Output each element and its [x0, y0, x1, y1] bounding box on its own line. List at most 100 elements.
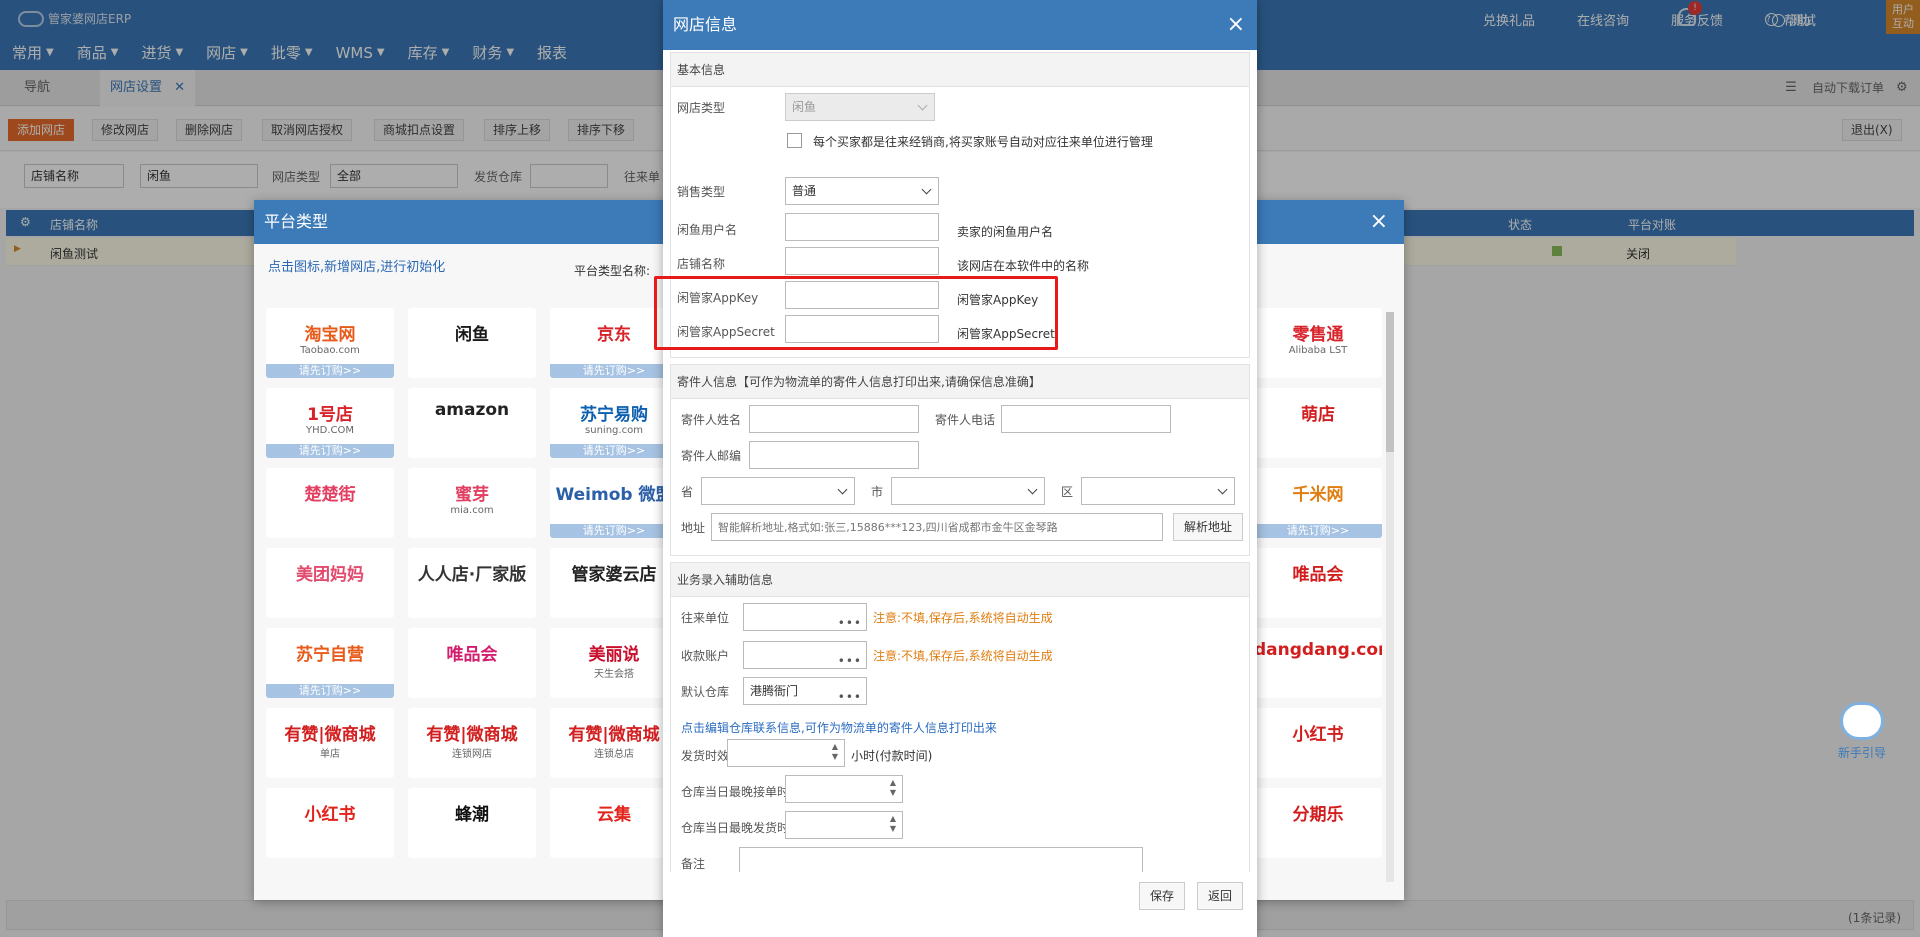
order-first-link[interactable]: 请先订购>>: [550, 444, 678, 458]
ship-time-stepper[interactable]: ▲ ▼: [727, 739, 845, 767]
close-icon[interactable]: ×: [1227, 0, 1245, 50]
platform-tile[interactable]: 千米网请先订购>>: [1254, 468, 1382, 538]
platform-sub: suning.com: [585, 425, 643, 436]
platform-tile[interactable]: 蜂潮: [408, 788, 536, 858]
platform-tile[interactable]: amazon: [408, 388, 536, 458]
account-warning: 注意:不填,保存后,系统将自动生成: [873, 649, 1053, 663]
stepper-arrows-icon[interactable]: ▲ ▼: [828, 742, 842, 764]
order-first-link[interactable]: 请先订购>>: [266, 364, 394, 378]
help-guide-label: 新手引导: [1838, 746, 1887, 760]
sender-phone-input[interactable]: [1001, 405, 1171, 433]
close-icon[interactable]: ×: [1370, 200, 1388, 244]
platform-tile[interactable]: 唯品会: [1254, 548, 1382, 618]
partner-input[interactable]: •••: [743, 603, 867, 631]
platform-tile[interactable]: 人人店·厂家版: [408, 548, 536, 618]
platform-tile[interactable]: 小红书: [1254, 708, 1382, 778]
platform-name: 唯品会: [1292, 565, 1344, 585]
platform-tile[interactable]: 管家婆云店: [550, 548, 678, 618]
platform-tile[interactable]: 闲鱼: [408, 308, 536, 378]
store-name-note: 该网店在本软件中的名称: [957, 259, 1090, 273]
platform-tile[interactable]: 有赞|微商城 连锁总店: [550, 708, 678, 778]
platform-tile[interactable]: 零售通 Alibaba LST: [1254, 308, 1382, 378]
edit-warehouse-contact-link[interactable]: 点击编辑仓库联系信息,可作为物流单的寄件人信息打印出来: [681, 719, 997, 736]
remark-input[interactable]: [739, 847, 1143, 872]
district-select[interactable]: [1081, 477, 1235, 505]
platform-name: 千米网: [1292, 485, 1344, 505]
more-icon[interactable]: •••: [838, 610, 862, 636]
order-first-link[interactable]: 请先订购>>: [266, 684, 394, 698]
platform-tile[interactable]: 淘宝网 Taobao.com 请先订购>>: [266, 308, 394, 378]
order-first-link[interactable]: 请先订购>>: [266, 444, 394, 458]
province-label: 省: [681, 485, 694, 499]
sender-name-input[interactable]: [749, 405, 919, 433]
scrollbar[interactable]: [1386, 312, 1394, 882]
back-button[interactable]: 返回: [1197, 882, 1244, 910]
platform-tile[interactable]: 唯品会: [408, 628, 536, 698]
platform-name: 零售通: [1292, 325, 1344, 345]
platform-name: 小红书: [1292, 725, 1344, 745]
platform-name: 蜜芽: [455, 485, 489, 505]
platform-name: 1号店: [307, 405, 353, 425]
platform-name: 唯品会: [446, 645, 498, 665]
save-button[interactable]: 保存: [1139, 882, 1186, 910]
platform-tile[interactable]: 分期乐: [1254, 788, 1382, 858]
ship-time-label: 发货时效: [681, 749, 730, 763]
platform-name: 管家婆云店: [571, 565, 657, 585]
warehouse-input[interactable]: 港腾衙门 •••: [743, 677, 867, 705]
platform-name: 有赞|微商城: [426, 725, 518, 745]
highlight-box: [654, 276, 1058, 350]
stepper-arrows-icon[interactable]: ▲ ▼: [886, 814, 900, 836]
order-first-link[interactable]: 请先订购>>: [550, 364, 678, 378]
order-first-link[interactable]: 请先订购>>: [550, 524, 678, 538]
platform-sub: mia.com: [450, 505, 494, 516]
sender-zip-input[interactable]: [749, 441, 919, 469]
platform-tile[interactable]: dangdang.com: [1254, 628, 1382, 698]
province-select[interactable]: [701, 477, 855, 505]
platform-tile[interactable]: 美团妈妈: [266, 548, 394, 618]
platform-tile[interactable]: 蜜芽 mia.com: [408, 468, 536, 538]
platform-sub: 单店: [320, 749, 340, 760]
sender-name-label: 寄件人姓名: [681, 413, 742, 427]
platform-tile[interactable]: 云集: [550, 788, 678, 858]
buyer-as-partner-checkbox[interactable]: [787, 133, 802, 148]
platform-tile[interactable]: 有赞|微商城 连锁网店: [408, 708, 536, 778]
platform-tile[interactable]: 楚楚街: [266, 468, 394, 538]
sale-type-select[interactable]: 普通: [785, 177, 939, 205]
sale-type-label: 销售类型: [677, 185, 726, 199]
platform-sub: YHD.COM: [306, 425, 354, 436]
platform-tile[interactable]: 苏宁自营 请先订购>>: [266, 628, 394, 698]
platform-tile[interactable]: 萌店: [1254, 388, 1382, 458]
latest-ship-time[interactable]: ▲ ▼: [785, 811, 903, 839]
platform-tile[interactable]: 1号店 YHD.COM 请先订购>>: [266, 388, 394, 458]
shop-type-select: 闲鱼: [785, 93, 935, 121]
latest-receive-time[interactable]: ▲ ▼: [785, 775, 903, 803]
parse-address-button[interactable]: 解析地址: [1173, 513, 1244, 541]
shop-info-dialog: 网店信息 × 基本信息 网店类型 闲鱼 每个买家都是往来经销商,将买家账号自动对…: [663, 0, 1257, 937]
city-select[interactable]: [891, 477, 1045, 505]
username-input[interactable]: [785, 213, 939, 241]
more-icon[interactable]: •••: [838, 684, 862, 710]
scrollbar-thumb[interactable]: [1386, 312, 1394, 452]
shop-type-value: 闲鱼: [792, 100, 817, 114]
platform-name: 人人店·厂家版: [417, 565, 527, 585]
order-first-link[interactable]: 请先订购>>: [1254, 524, 1382, 538]
platform-name: 分期乐: [1292, 805, 1344, 825]
stepper-arrows-icon[interactable]: ▲ ▼: [886, 778, 900, 800]
sender-zip-label: 寄件人邮编: [681, 449, 742, 463]
platform-sub: Alibaba LST: [1288, 345, 1348, 356]
platform-tile[interactable]: Weimob 微盟 请先订购>>: [550, 468, 678, 538]
address-input[interactable]: [711, 513, 1163, 541]
platform-tile[interactable]: 苏宁易购 suning.com 请先订购>>: [550, 388, 678, 458]
store-name-input[interactable]: [785, 247, 939, 275]
platform-tile[interactable]: 美丽说 天生会搭: [550, 628, 678, 698]
shop-type-label: 网店类型: [677, 101, 726, 115]
platform-name: 萌店: [1301, 405, 1335, 425]
sender-phone-label: 寄件人电话: [935, 413, 996, 427]
platform-tile[interactable]: 小红书: [266, 788, 394, 858]
more-icon[interactable]: •••: [838, 648, 862, 674]
sender-info-section: 寄件人信息【可作为物流单的寄件人信息打印出来,请确保信息准确】 寄件人姓名 寄件…: [670, 364, 1250, 556]
help-guide[interactable]: 新手引导: [1838, 702, 1886, 761]
account-input[interactable]: •••: [743, 641, 867, 669]
section-title: 寄件人信息【可作为物流单的寄件人信息打印出来,请确保信息准确】: [671, 365, 1249, 399]
platform-tile[interactable]: 有赞|微商城 单店: [266, 708, 394, 778]
